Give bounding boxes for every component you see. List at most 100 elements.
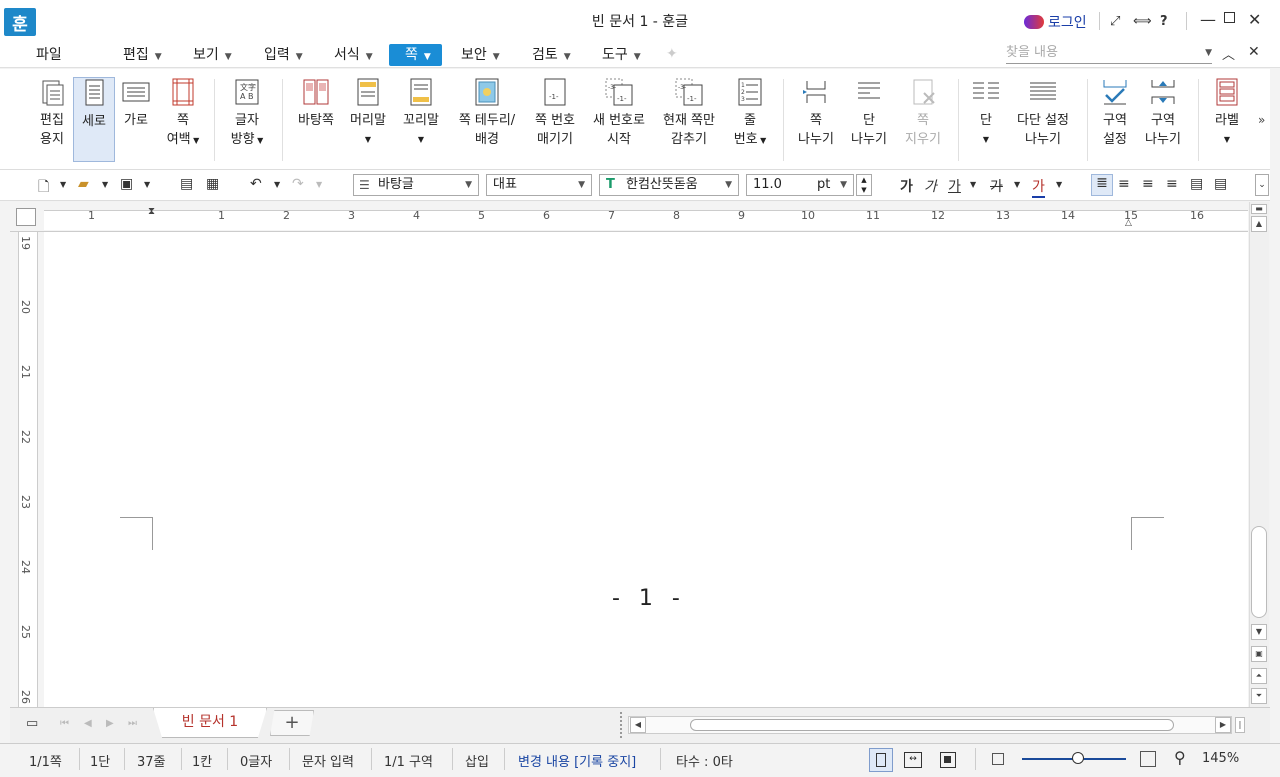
align-right-icon[interactable]: ≡: [1166, 176, 1178, 192]
font-size-stepper[interactable]: ▲ ▼: [856, 174, 872, 196]
page-view-icon[interactable]: ▣: [1251, 646, 1267, 662]
bold-button[interactable]: 가: [900, 176, 913, 196]
caret-down-icon[interactable]: ▼: [1014, 180, 1020, 189]
menu-insert[interactable]: 입력 ▼: [258, 44, 309, 66]
align-center-icon[interactable]: ≡: [1142, 176, 1154, 192]
collapse-ribbon-icon[interactable]: ︿: [1222, 44, 1235, 63]
footer-button[interactable]: 꼬리말 ▼: [397, 77, 445, 149]
portrait-button[interactable]: 세로: [73, 77, 115, 162]
close-icon[interactable]: ✕: [1248, 10, 1261, 29]
zoom-slider-thumb[interactable]: [1072, 752, 1084, 764]
new-number-button[interactable]: -3- -1- 새 번호로 시작: [588, 77, 650, 149]
indent-marker-icon[interactable]: ⧗: [148, 206, 155, 217]
menu-security[interactable]: 보안 ▼: [455, 44, 506, 66]
add-tab-button[interactable]: +: [270, 710, 314, 736]
caret-down-icon[interactable]: ▼: [144, 180, 150, 189]
preview-icon[interactable]: ▦: [206, 176, 219, 192]
align-split-icon[interactable]: ▤: [1214, 176, 1227, 192]
scroll-up-icon[interactable]: ▲: [1251, 216, 1267, 232]
page-numbering-button[interactable]: -1- 쪽 번호 매기기: [529, 77, 581, 149]
addon-icon[interactable]: ✦: [666, 46, 678, 62]
caret-down-icon[interactable]: ▼: [102, 180, 108, 189]
master-page-button[interactable]: 바탕쪽: [292, 77, 340, 130]
menu-tools[interactable]: 도구 ▼: [596, 44, 647, 66]
save-icon[interactable]: ▣: [120, 176, 133, 192]
font-select[interactable]: T 한컴산뜻돋움 ▼: [599, 174, 739, 196]
menu-view[interactable]: 보기 ▼: [187, 44, 238, 66]
edit-paper-button[interactable]: 편집 용지: [30, 77, 74, 149]
split-grip-icon[interactable]: [620, 712, 624, 738]
multi-column-button[interactable]: 다단 설정 나누기: [1012, 77, 1074, 149]
magnifier-icon[interactable]: ⚲: [1174, 748, 1186, 767]
scroll-right-icon[interactable]: ▶: [1215, 717, 1231, 733]
fit-width-icon[interactable]: ⟺: [1133, 14, 1152, 29]
align-distribute-icon[interactable]: ▤: [1190, 176, 1203, 192]
ribbon-expand-icon[interactable]: »: [1258, 113, 1265, 127]
menu-format[interactable]: 서식 ▼: [328, 44, 379, 66]
login-button[interactable]: 로그인: [1024, 12, 1087, 32]
align-left-icon[interactable]: ≡: [1118, 176, 1130, 192]
caret-down-icon[interactable]: ▼: [1205, 44, 1212, 62]
strikethrough-button[interactable]: 가: [990, 176, 1003, 196]
prev-page-icon[interactable]: ⏶: [1251, 668, 1267, 684]
find-input[interactable]: 찾을 내용 ▼: [1006, 44, 1212, 64]
caret-down-icon[interactable]: ▼: [970, 180, 976, 189]
undo-icon[interactable]: ↶: [250, 176, 262, 192]
maximize-icon[interactable]: [1224, 12, 1235, 23]
page-border-button[interactable]: 쪽 테두리/배경: [451, 77, 523, 149]
zoom-in-icon[interactable]: [1140, 751, 1156, 767]
tab-type-button[interactable]: [16, 208, 36, 226]
menu-review[interactable]: 검토 ▼: [526, 44, 577, 66]
section-settings-button[interactable]: 구역 설정: [1094, 77, 1136, 149]
page-margin-button[interactable]: 쪽 여백 ▼: [162, 77, 204, 150]
help-button[interactable]: ?: [1160, 14, 1168, 29]
section-break-button[interactable]: 구역 나누기: [1140, 77, 1186, 149]
italic-button[interactable]: 가: [924, 176, 937, 196]
zoom-level[interactable]: 145%: [1202, 751, 1239, 766]
landscape-button[interactable]: 가로: [118, 77, 154, 130]
caret-down-icon[interactable]: ▼: [1056, 180, 1062, 189]
page-break-button[interactable]: 쪽 나누기: [793, 77, 839, 149]
underline-button[interactable]: 가: [948, 176, 961, 196]
column-break-button[interactable]: 단 나누기: [846, 77, 892, 149]
normal-view-icon[interactable]: [869, 748, 893, 772]
horizontal-scroll-thumb[interactable]: [690, 719, 1174, 731]
language-select[interactable]: 대표 ▼: [486, 174, 592, 196]
hide-current-page-button[interactable]: -3- -1- 현재 쪽만 감추기: [657, 77, 721, 149]
vertical-scroll-thumb[interactable]: [1251, 526, 1267, 618]
document-canvas[interactable]: [44, 232, 1248, 707]
text-direction-button[interactable]: 文字AB 글자 방향 ▼: [226, 77, 268, 150]
menu-edit[interactable]: 편집 ▼: [117, 44, 168, 66]
close-doc-icon[interactable]: ✕: [1248, 44, 1260, 60]
right-indent-icon[interactable]: △: [1125, 218, 1132, 228]
label-button[interactable]: 라벨 ▼: [1206, 77, 1248, 149]
new-document-icon[interactable]: 🗋: [38, 176, 49, 200]
style-select[interactable]: ☰ 바탕글 ▼: [353, 174, 479, 196]
open-folder-icon[interactable]: ▰: [78, 176, 89, 192]
full-page-view-icon[interactable]: [940, 752, 956, 768]
scroll-down-icon[interactable]: ▼: [1251, 624, 1267, 640]
menu-page[interactable]: 쪽 ▼: [389, 44, 442, 66]
header-button[interactable]: 머리말 ▼: [344, 77, 392, 149]
caret-down-icon[interactable]: ▼: [60, 180, 66, 189]
print-icon[interactable]: ▤: [180, 176, 193, 192]
caret-down-icon[interactable]: ▼: [274, 180, 280, 189]
status-insert[interactable]: 삽입: [465, 751, 489, 770]
scroll-left-icon[interactable]: ◀: [630, 717, 646, 733]
split-handle-icon[interactable]: ▬: [1251, 204, 1267, 214]
fullscreen-icon[interactable]: ⤢: [1110, 14, 1120, 29]
menu-file[interactable]: 파일: [30, 44, 68, 66]
toolbar-more-icon[interactable]: ⌄: [1255, 174, 1269, 196]
status-input-mode[interactable]: 문자 입력: [302, 751, 354, 770]
columns-button[interactable]: 단 ▼: [966, 77, 1006, 149]
minimize-icon[interactable]: —: [1200, 10, 1216, 29]
tab-list-icon[interactable]: ▭: [26, 716, 38, 731]
document-tab[interactable]: 빈 문서 1: [153, 708, 267, 738]
fit-width-view-icon[interactable]: ↔: [904, 752, 922, 768]
status-page[interactable]: 1/1쪽: [29, 751, 62, 770]
zoom-out-icon[interactable]: [992, 753, 1004, 765]
line-number-button[interactable]: 123 줄 번호 ▼: [728, 77, 772, 150]
align-justify-icon[interactable]: ≣: [1091, 174, 1113, 196]
font-size-input[interactable]: 11.0 pt ▼: [746, 174, 854, 196]
split-handle-icon[interactable]: |: [1235, 717, 1245, 733]
